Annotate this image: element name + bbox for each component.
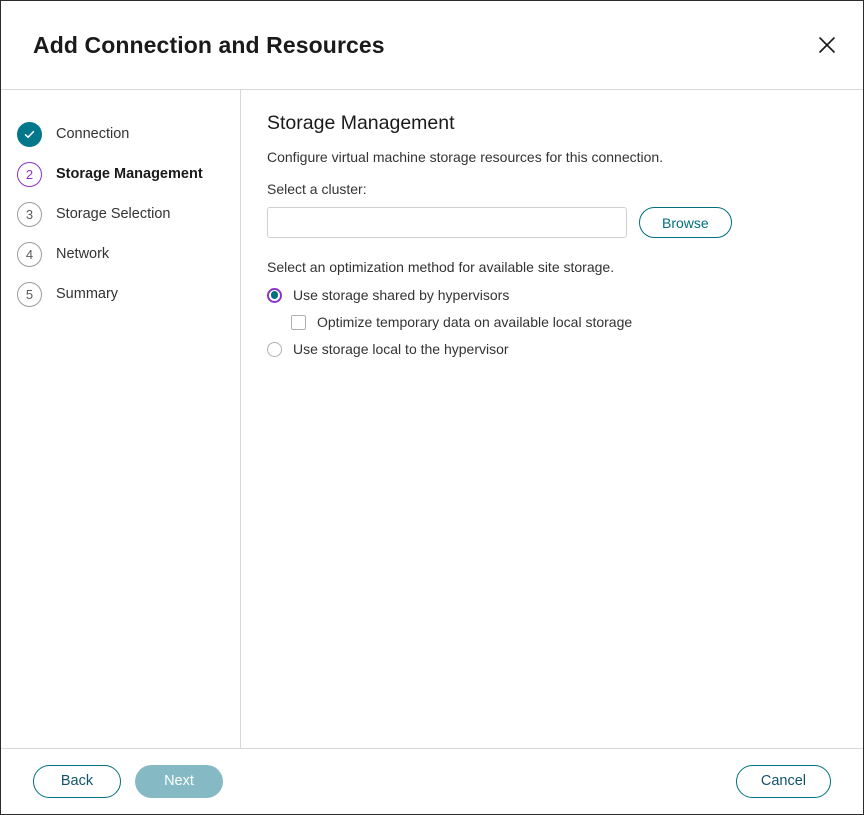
radio-checked-icon[interactable] bbox=[267, 288, 282, 303]
footer-left-group: Back Next bbox=[33, 765, 223, 798]
browse-button[interactable]: Browse bbox=[639, 207, 732, 238]
cluster-input[interactable] bbox=[267, 207, 627, 238]
cluster-field-label: Select a cluster: bbox=[267, 181, 837, 197]
content-description: Configure virtual machine storage resour… bbox=[267, 149, 837, 165]
dialog-body: Connection 2 Storage Management 3 Storag… bbox=[1, 90, 863, 749]
option-use-shared-storage[interactable]: Use storage shared by hypervisors bbox=[267, 287, 837, 303]
wizard-steps: Connection 2 Storage Management 3 Storag… bbox=[1, 90, 241, 748]
content-panel: Storage Management Configure virtual mac… bbox=[241, 90, 863, 748]
option-optimize-temporary-data[interactable]: Optimize temporary data on available loc… bbox=[291, 314, 837, 330]
radio-unchecked-icon[interactable] bbox=[267, 342, 282, 357]
step-number-badge: 2 bbox=[17, 162, 42, 187]
sidebar-item-label: Summary bbox=[56, 286, 118, 302]
checkbox-unchecked-icon[interactable] bbox=[291, 315, 306, 330]
option-label: Use storage shared by hypervisors bbox=[293, 287, 509, 303]
sidebar-item-network[interactable]: 4 Network bbox=[1, 234, 240, 274]
sidebar-item-label: Connection bbox=[56, 126, 129, 142]
step-number-badge: 4 bbox=[17, 242, 42, 267]
sidebar-item-connection[interactable]: Connection bbox=[1, 114, 240, 154]
cluster-row: Browse bbox=[267, 207, 837, 238]
dialog-footer: Back Next Cancel bbox=[1, 749, 863, 814]
sidebar-item-storage-management[interactable]: 2 Storage Management bbox=[1, 154, 240, 194]
page-title: Add Connection and Resources bbox=[33, 32, 385, 59]
step-number-badge: 5 bbox=[17, 282, 42, 307]
sidebar-item-label: Network bbox=[56, 246, 109, 262]
sidebar-item-summary[interactable]: 5 Summary bbox=[1, 274, 240, 314]
option-label: Use storage local to the hypervisor bbox=[293, 341, 509, 357]
option-label: Optimize temporary data on available loc… bbox=[317, 314, 632, 330]
optimization-method-label: Select an optimization method for availa… bbox=[267, 259, 837, 275]
step-number-badge: 3 bbox=[17, 202, 42, 227]
sidebar-item-storage-selection[interactable]: 3 Storage Selection bbox=[1, 194, 240, 234]
step-check-icon bbox=[17, 122, 42, 147]
close-icon[interactable] bbox=[809, 27, 845, 63]
cancel-button[interactable]: Cancel bbox=[736, 765, 831, 798]
back-button[interactable]: Back bbox=[33, 765, 121, 798]
content-heading: Storage Management bbox=[267, 112, 837, 135]
sidebar-item-label: Storage Selection bbox=[56, 206, 170, 222]
option-use-local-storage[interactable]: Use storage local to the hypervisor bbox=[267, 341, 837, 357]
add-connection-dialog: Add Connection and Resources Connection … bbox=[0, 0, 864, 815]
sidebar-item-label: Storage Management bbox=[56, 166, 203, 182]
dialog-header: Add Connection and Resources bbox=[1, 1, 863, 90]
next-button[interactable]: Next bbox=[135, 765, 223, 798]
